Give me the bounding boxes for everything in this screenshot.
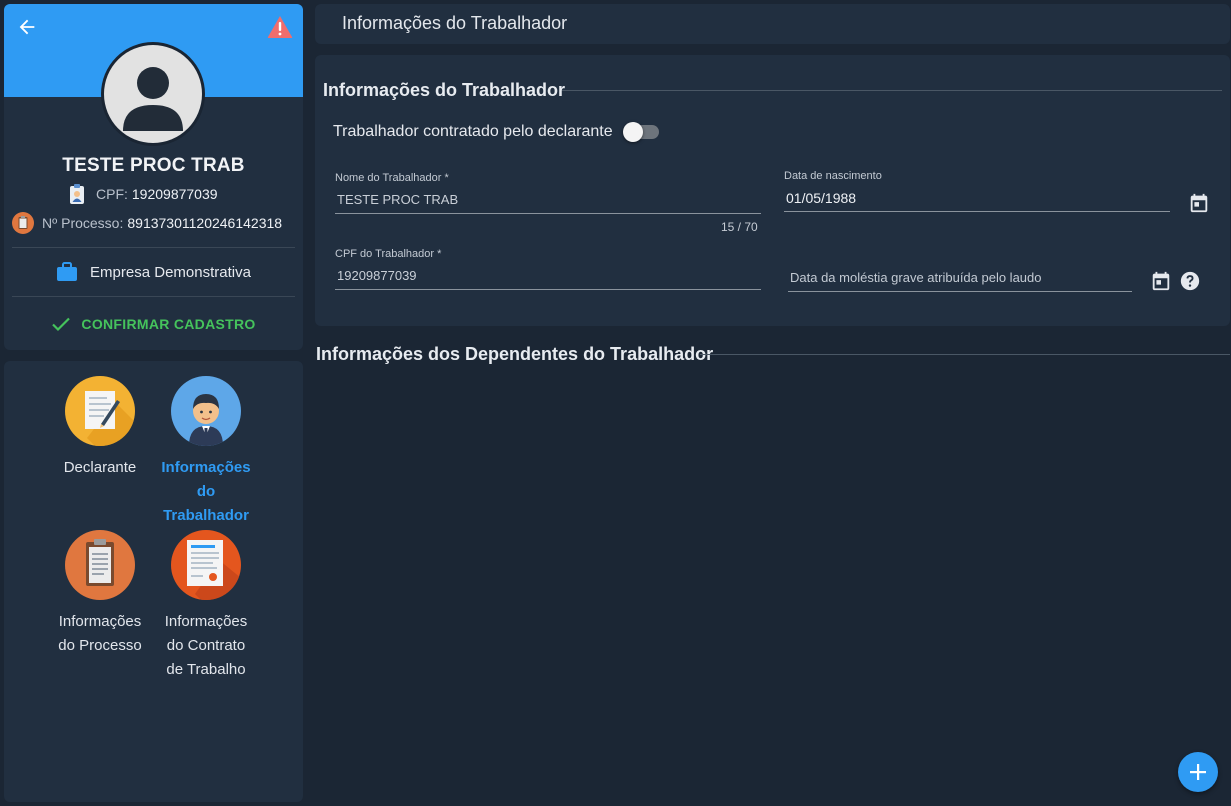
cpf-line: CPF: 19209877039	[66, 183, 218, 205]
worker-name-input[interactable]: TESTE PROC TRAB	[335, 184, 761, 214]
back-arrow-icon[interactable]	[16, 16, 38, 38]
plus-icon	[1190, 764, 1206, 780]
nav-label-informacoes-trabalhador: Informações do Trabalhador	[161, 459, 251, 524]
help-icon[interactable]	[1179, 270, 1201, 292]
worker-form-card: Informações do Trabalhador Trabalhador c…	[315, 55, 1230, 326]
confirm-label: CONFIRMAR CADASTRO	[81, 316, 256, 332]
worker-name-label: Nome do Trabalhador *	[335, 172, 449, 184]
nav-item-informacoes-trabalhador[interactable]: Informações do Trabalhador	[152, 376, 260, 528]
nav-item-informacoes-processo[interactable]: Informações do Processo	[46, 530, 154, 658]
calendar-icon[interactable]	[1150, 270, 1172, 292]
company-name: Empresa Demonstrativa	[90, 263, 251, 281]
header-bar: Informações do Trabalhador	[315, 4, 1230, 44]
nav-card: Declarante Informações do Trabalhador In…	[4, 361, 303, 802]
worker-cpf-field[interactable]: CPF do Trabalhador * 19209877039	[335, 248, 761, 290]
page-title: Informações do Trabalhador	[342, 13, 568, 33]
contracted-toggle-label: Trabalhador contratado pelo declarante	[333, 123, 613, 140]
nav-label-declarante: Declarante	[63, 459, 137, 476]
dependents-section-divider	[700, 354, 1230, 355]
nav-item-declarante[interactable]: Declarante	[46, 376, 154, 480]
toggle-knob	[622, 122, 643, 142]
company-line: Empresa Demonstrativa	[4, 260, 303, 284]
worker-avatar-icon	[171, 376, 241, 446]
char-counter: 15 / 70	[721, 220, 758, 234]
avatar	[101, 42, 205, 146]
worker-cpf-label: CPF do Trabalhador *	[335, 248, 442, 260]
confirm-registration-button[interactable]: CONFIRMAR CADASTRO	[4, 310, 303, 338]
birth-date-input[interactable]: 01/05/1988	[784, 182, 1170, 212]
check-icon	[52, 317, 71, 332]
process-value: 89137301120246142318	[127, 215, 283, 231]
clipboard-icon	[65, 530, 135, 600]
nav-label-informacoes-processo: Informações do Processo	[58, 613, 142, 654]
serious-illness-date-input[interactable]: Data da moléstia grave atribuída pelo la…	[788, 262, 1132, 292]
contracted-toggle[interactable]	[622, 122, 659, 142]
birth-date-label: Data de nascimento	[784, 170, 882, 182]
user-silhouette-icon	[123, 67, 183, 131]
add-dependent-button[interactable]	[1178, 752, 1218, 792]
divider	[12, 247, 295, 248]
contracted-toggle-row: Trabalhador contratado pelo declarante	[333, 122, 659, 142]
section-divider	[562, 90, 1222, 91]
calendar-icon[interactable]	[1188, 192, 1210, 214]
worker-name: TESTE PROC TRAB	[62, 155, 245, 176]
section-title: Informações do Trabalhador	[323, 80, 566, 100]
cpf-label: CPF:	[96, 186, 128, 202]
briefcase-icon	[57, 262, 78, 281]
serious-illness-date-field[interactable]: Data da moléstia grave atribuída pelo la…	[788, 262, 1132, 292]
process-line: Nº Processo: 89137301120246142318	[12, 211, 282, 235]
worker-cpf-input[interactable]: 19209877039	[335, 260, 761, 290]
nav-item-informacoes-contrato[interactable]: Informações do Contrato de Trabalho	[152, 530, 260, 682]
worker-name-field[interactable]: Nome do Trabalhador * TESTE PROC TRAB	[335, 172, 761, 214]
clipboard-small-icon	[12, 212, 34, 234]
dependents-section-title: Informações dos Dependentes do Trabalhad…	[316, 344, 714, 364]
nav-label-informacoes-contrato: Informações do Contrato de Trabalho	[164, 613, 248, 678]
cpf-value: 19209877039	[131, 186, 218, 202]
id-badge-icon	[70, 184, 84, 204]
profile-card: TESTE PROC TRAB CPF: 19209877039 Nº Proc…	[4, 4, 303, 350]
warning-icon[interactable]	[267, 15, 293, 39]
birth-date-field[interactable]: Data de nascimento 01/05/1988	[784, 170, 1170, 212]
document-pen-icon	[65, 376, 135, 446]
process-label: Nº Processo:	[42, 215, 124, 231]
contract-icon	[171, 530, 241, 600]
divider	[12, 296, 295, 297]
